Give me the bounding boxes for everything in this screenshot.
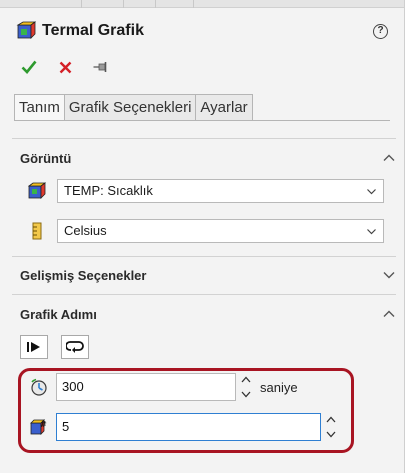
action-row [18, 56, 126, 78]
display-section-title: Görüntü [20, 150, 72, 166]
chart-step-section-title: Grafik Adımı [20, 306, 97, 322]
tab-chart-options[interactable]: Grafik Seçenekleri [63, 94, 197, 121]
page-title: Termal Grafik [42, 22, 144, 39]
section-divider [12, 294, 396, 295]
advanced-section-title: Gelişmiş Seçenekler [20, 267, 147, 283]
timer-icon [31, 378, 47, 396]
unit-select[interactable]: Celsius [57, 219, 384, 243]
unit-value: Celsius [64, 223, 107, 238]
ok-button[interactable] [18, 56, 40, 78]
tab-underline [14, 120, 390, 121]
chart-step-section-header[interactable]: Grafik Adımı [0, 297, 404, 331]
time-row: 300 saniye [30, 373, 298, 401]
chevron-down-icon [367, 229, 376, 235]
unit-select-row: Celsius [28, 218, 384, 244]
loop-button[interactable] [61, 335, 89, 359]
property-manager-panel: Termal Grafik ? Tanım Grafik Seçenekleri [0, 0, 404, 473]
result-type-value: TEMP: Sıcaklık [64, 183, 153, 198]
display-section-header[interactable]: Görüntü [0, 141, 404, 175]
time-spinner[interactable] [240, 373, 252, 401]
loop-icon [66, 341, 84, 353]
check-icon [21, 60, 37, 74]
play-step-icon [27, 342, 40, 352]
scroll-edge [404, 0, 417, 473]
cancel-button[interactable] [54, 56, 76, 78]
tab-settings[interactable]: Ayarlar [195, 94, 253, 121]
spin-down-icon [326, 431, 336, 438]
time-unit-label: saniye [260, 379, 298, 395]
tab-definition[interactable]: Tanım [14, 94, 65, 121]
step-row: # 5 [30, 413, 337, 441]
spin-up-icon [241, 376, 251, 383]
section-divider [12, 256, 396, 257]
result-type-select[interactable]: TEMP: Sıcaklık [57, 179, 384, 203]
section-divider [12, 138, 396, 139]
top-tab-strip [0, 0, 404, 8]
chevron-down-icon [367, 189, 376, 195]
step-count-icon: # [30, 419, 47, 435]
step-input[interactable]: 5 [56, 413, 321, 441]
chevron-up-icon[interactable] [382, 151, 396, 165]
tab-bar: Tanım Grafik Seçenekleri Ayarlar [14, 94, 253, 121]
close-icon [59, 61, 71, 73]
pin-button[interactable] [90, 56, 112, 78]
panel-title-row: Termal Grafik [16, 20, 144, 42]
advanced-section-header[interactable]: Gelişmiş Seçenekler [0, 258, 404, 292]
ruler-icon [32, 222, 42, 240]
temperature-plot-icon [28, 182, 46, 199]
spin-up-icon [326, 416, 336, 423]
step-spinner[interactable] [325, 413, 337, 441]
result-select-row: TEMP: Sıcaklık [28, 178, 384, 204]
time-input[interactable]: 300 [56, 373, 236, 401]
chevron-down-icon[interactable] [382, 268, 396, 282]
pushpin-icon [93, 62, 107, 72]
chevron-up-icon[interactable] [382, 307, 396, 321]
help-button[interactable]: ? [373, 24, 388, 39]
thermal-plot-icon [16, 21, 36, 39]
svg-text:#: # [40, 420, 47, 429]
play-step-button[interactable] [20, 335, 48, 359]
spin-down-icon [241, 391, 251, 398]
